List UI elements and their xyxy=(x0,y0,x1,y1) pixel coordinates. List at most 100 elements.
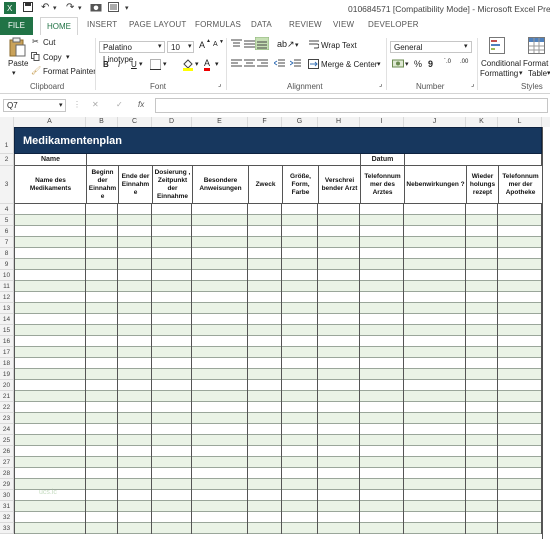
row-header[interactable]: 20 xyxy=(0,380,14,391)
conditional-formatting-dropdown-icon[interactable]: ▾ xyxy=(519,69,523,77)
row-header[interactable]: 31 xyxy=(0,501,14,512)
increase-indent-icon[interactable] xyxy=(289,59,301,71)
grow-font-button[interactable]: A xyxy=(199,40,205,50)
row-header[interactable]: 2 xyxy=(0,154,14,166)
table-row[interactable] xyxy=(14,215,542,226)
table-row[interactable] xyxy=(14,479,542,490)
font-color-button[interactable]: A xyxy=(204,59,211,71)
row-header[interactable]: 26 xyxy=(0,446,14,457)
table-row[interactable] xyxy=(14,380,542,391)
column-header-h[interactable]: H xyxy=(318,117,360,127)
row-header[interactable]: 33 xyxy=(0,523,14,534)
row-header[interactable]: 16 xyxy=(0,336,14,347)
form-icon[interactable] xyxy=(108,2,119,14)
row-header[interactable]: 10 xyxy=(0,270,14,281)
underline-dropdown-icon[interactable]: ▾ xyxy=(139,60,143,68)
bold-button[interactable]: B xyxy=(103,60,109,69)
table-row[interactable] xyxy=(14,358,542,369)
redo-icon[interactable]: ↷ xyxy=(66,2,74,14)
paste-dropdown-icon[interactable]: ▾ xyxy=(12,69,16,77)
row-header[interactable]: 25 xyxy=(0,435,14,446)
row-header[interactable]: 28 xyxy=(0,468,14,479)
table-row[interactable] xyxy=(14,336,542,347)
align-middle-icon[interactable] xyxy=(244,39,255,51)
row-header[interactable]: 1 xyxy=(0,127,14,154)
camera-icon[interactable] xyxy=(90,2,102,14)
undo-icon[interactable]: ↶ xyxy=(41,2,49,14)
decrease-decimal-button[interactable]: .00 xyxy=(460,59,468,65)
column-header-g[interactable]: G xyxy=(282,117,318,127)
row-header[interactable]: 19 xyxy=(0,369,14,380)
merge-center-button[interactable]: Merge & Center xyxy=(321,60,377,69)
tab-review[interactable]: REVIEW xyxy=(289,20,322,29)
format-painter-icon[interactable]: 🖌 xyxy=(31,66,41,75)
column-header-b[interactable]: B xyxy=(86,117,118,127)
tab-page-layout[interactable]: PAGE LAYOUT xyxy=(129,20,186,29)
format-painter-button[interactable]: Format Painter xyxy=(43,67,96,76)
table-row[interactable] xyxy=(14,446,542,457)
conditional-formatting-icon[interactable] xyxy=(489,37,505,56)
column-header-j[interactable]: J xyxy=(404,117,466,127)
row-header[interactable]: 8 xyxy=(0,248,14,259)
font-name-box[interactable]: Palatino Linotype xyxy=(99,41,165,64)
table-row[interactable] xyxy=(14,226,542,237)
borders-icon[interactable] xyxy=(150,59,161,72)
decrease-indent-icon[interactable] xyxy=(273,59,285,71)
tab-developer[interactable]: DEVELOPER xyxy=(368,20,419,29)
tab-data[interactable]: DATA xyxy=(251,20,272,29)
row-header[interactable]: 4 xyxy=(0,204,14,215)
italic-button[interactable]: I xyxy=(118,60,120,69)
comma-button[interactable]: 9 xyxy=(428,59,433,69)
table-row[interactable] xyxy=(14,413,542,424)
table-row[interactable] xyxy=(14,512,542,523)
cut-button[interactable]: Cut xyxy=(43,38,55,47)
tab-home[interactable]: HOME xyxy=(40,17,78,36)
align-top-icon[interactable] xyxy=(231,39,242,51)
align-bottom-icon[interactable] xyxy=(254,36,270,52)
row-header[interactable]: 14 xyxy=(0,314,14,325)
column-header-k[interactable]: K xyxy=(466,117,498,127)
row-header[interactable]: 13 xyxy=(0,303,14,314)
column-header-l[interactable]: L xyxy=(498,117,542,127)
table-row[interactable] xyxy=(14,468,542,479)
undo-dropdown-icon[interactable]: ▾ xyxy=(53,4,57,16)
shrink-font-button[interactable]: A xyxy=(213,41,218,48)
format-as-table-button[interactable]: Format as xyxy=(523,59,550,68)
currency-dropdown-icon[interactable]: ▾ xyxy=(405,60,409,68)
row-header[interactable]: 17 xyxy=(0,347,14,358)
table-row[interactable] xyxy=(14,325,542,336)
copy-icon[interactable] xyxy=(31,52,40,63)
cancel-icon[interactable]: ✕ xyxy=(92,100,99,109)
paste-button[interactable]: Paste xyxy=(8,59,28,68)
increase-decimal-button[interactable]: ´.0 xyxy=(444,59,451,65)
cut-icon[interactable]: ✂ xyxy=(32,37,39,46)
row-header[interactable]: 30 xyxy=(0,490,14,501)
table-row[interactable] xyxy=(14,303,542,314)
alignment-dialog-launcher-icon[interactable]: ⌟ xyxy=(379,80,382,88)
row-header[interactable]: 29 xyxy=(0,479,14,490)
table-row[interactable] xyxy=(14,369,542,380)
font-color-dropdown-icon[interactable]: ▾ xyxy=(215,60,219,68)
insert-function-button[interactable]: fx xyxy=(138,100,144,109)
select-all-button[interactable] xyxy=(0,117,14,127)
borders-dropdown-icon[interactable]: ▾ xyxy=(163,60,167,68)
row-header[interactable]: 9 xyxy=(0,259,14,270)
row-header[interactable]: 22 xyxy=(0,402,14,413)
redo-dropdown-icon[interactable]: ▾ xyxy=(78,4,82,16)
row-header[interactable]: 11 xyxy=(0,281,14,292)
font-name-dropdown-icon[interactable]: ▾ xyxy=(158,42,162,50)
row-header[interactable]: 7 xyxy=(0,237,14,248)
table-row[interactable] xyxy=(14,457,542,468)
row-header[interactable]: 12 xyxy=(0,292,14,303)
currency-icon[interactable] xyxy=(392,58,404,71)
column-header-a[interactable]: A xyxy=(14,117,86,127)
fill-color-icon[interactable] xyxy=(182,58,194,73)
conditional-formatting-button-line2[interactable]: Formatting xyxy=(480,69,518,78)
number-format-box[interactable]: General xyxy=(390,41,472,53)
name-value-cell[interactable] xyxy=(87,154,361,165)
number-format-dropdown-icon[interactable]: ▾ xyxy=(464,42,468,50)
table-row[interactable] xyxy=(14,490,542,501)
table-row[interactable] xyxy=(14,292,542,303)
wrap-text-button[interactable]: Wrap Text xyxy=(321,41,357,50)
merge-center-icon[interactable] xyxy=(308,59,319,71)
